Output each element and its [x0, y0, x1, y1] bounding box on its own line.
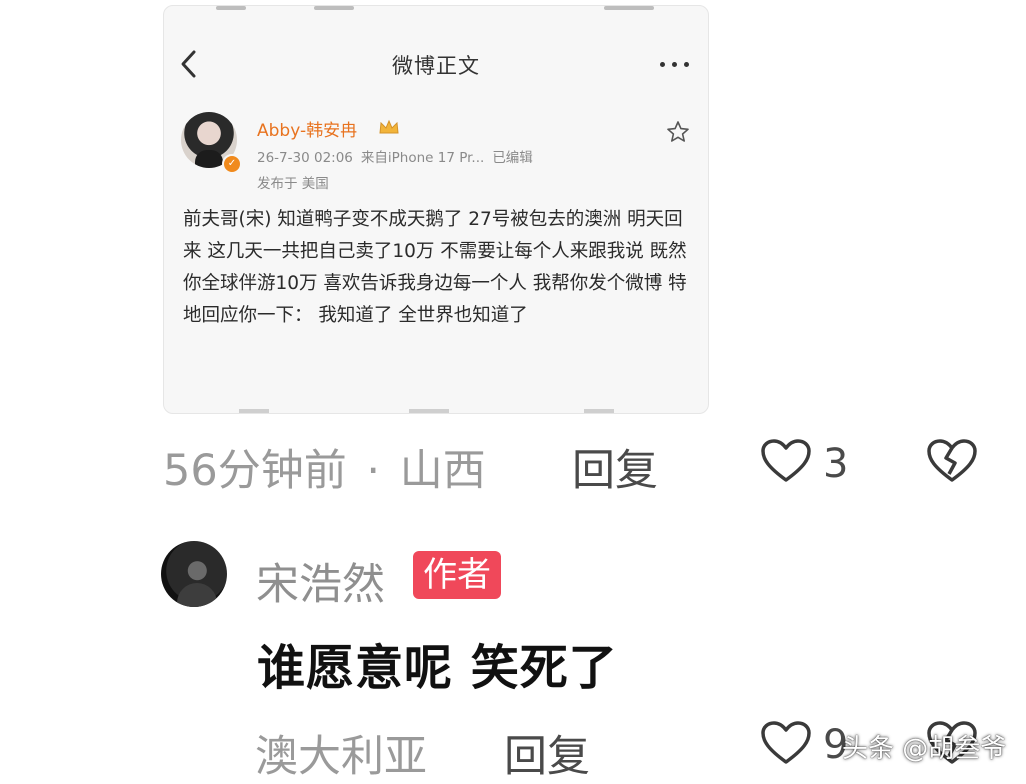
verified-icon: ✓ — [222, 154, 242, 174]
like-count: 3 — [823, 441, 849, 487]
post-time: 26-7-30 02:06 — [257, 150, 353, 166]
post-source: 来自iPhone 17 Pr... — [360, 150, 485, 166]
reply-text: 谁愿意呢 笑死了 — [257, 640, 618, 696]
weibo-post-card: 微博正文 ✓ Abby-韩安冉 26-7-30 02:06 来自iPhone 17… — [163, 5, 709, 414]
comment-reply-button[interactable]: 回复 — [572, 436, 658, 498]
comment-time: 56分钟前 — [163, 446, 347, 496]
broken-heart-icon[interactable] — [926, 438, 978, 484]
watermark: 头条 @胡叁爷 — [842, 734, 1007, 764]
post-edited: 已编辑 — [492, 150, 533, 166]
like-icon[interactable] — [760, 438, 812, 484]
meta-separator: · — [366, 446, 381, 496]
post-body: 前夫哥(宋) 知道鸭子变不成天鹅了 27号被包去的澳洲 明天回来 这几天一共把自… — [183, 209, 687, 326]
reply-like-icon[interactable] — [760, 720, 812, 766]
reply-author-name[interactable]: 宋浩然 — [256, 550, 385, 612]
star-icon[interactable] — [666, 120, 690, 144]
card-title: 微博正文 — [392, 54, 480, 78]
post-location: 发布于 美国 — [257, 176, 329, 192]
more-icon[interactable] — [658, 54, 692, 74]
reply-reply-button[interactable]: 回复 — [504, 722, 590, 784]
reply-author-avatar[interactable] — [161, 541, 227, 607]
comment-meta: 56分钟前 · 山西 — [163, 436, 486, 498]
card-top-edge — [164, 6, 708, 10]
post-meta: 26-7-30 02:06 来自iPhone 17 Pr... 已编辑 — [257, 146, 533, 166]
reply-meta: 澳大利亚 — [255, 722, 427, 784]
comment-location: 山西 — [399, 446, 486, 496]
card-bottom-edge — [164, 408, 708, 413]
crown-icon — [378, 118, 400, 136]
author-badge: 作者 — [413, 551, 501, 599]
poster-name[interactable]: Abby-韩安冉 — [257, 116, 357, 141]
reply-location: 澳大利亚 — [255, 732, 427, 782]
